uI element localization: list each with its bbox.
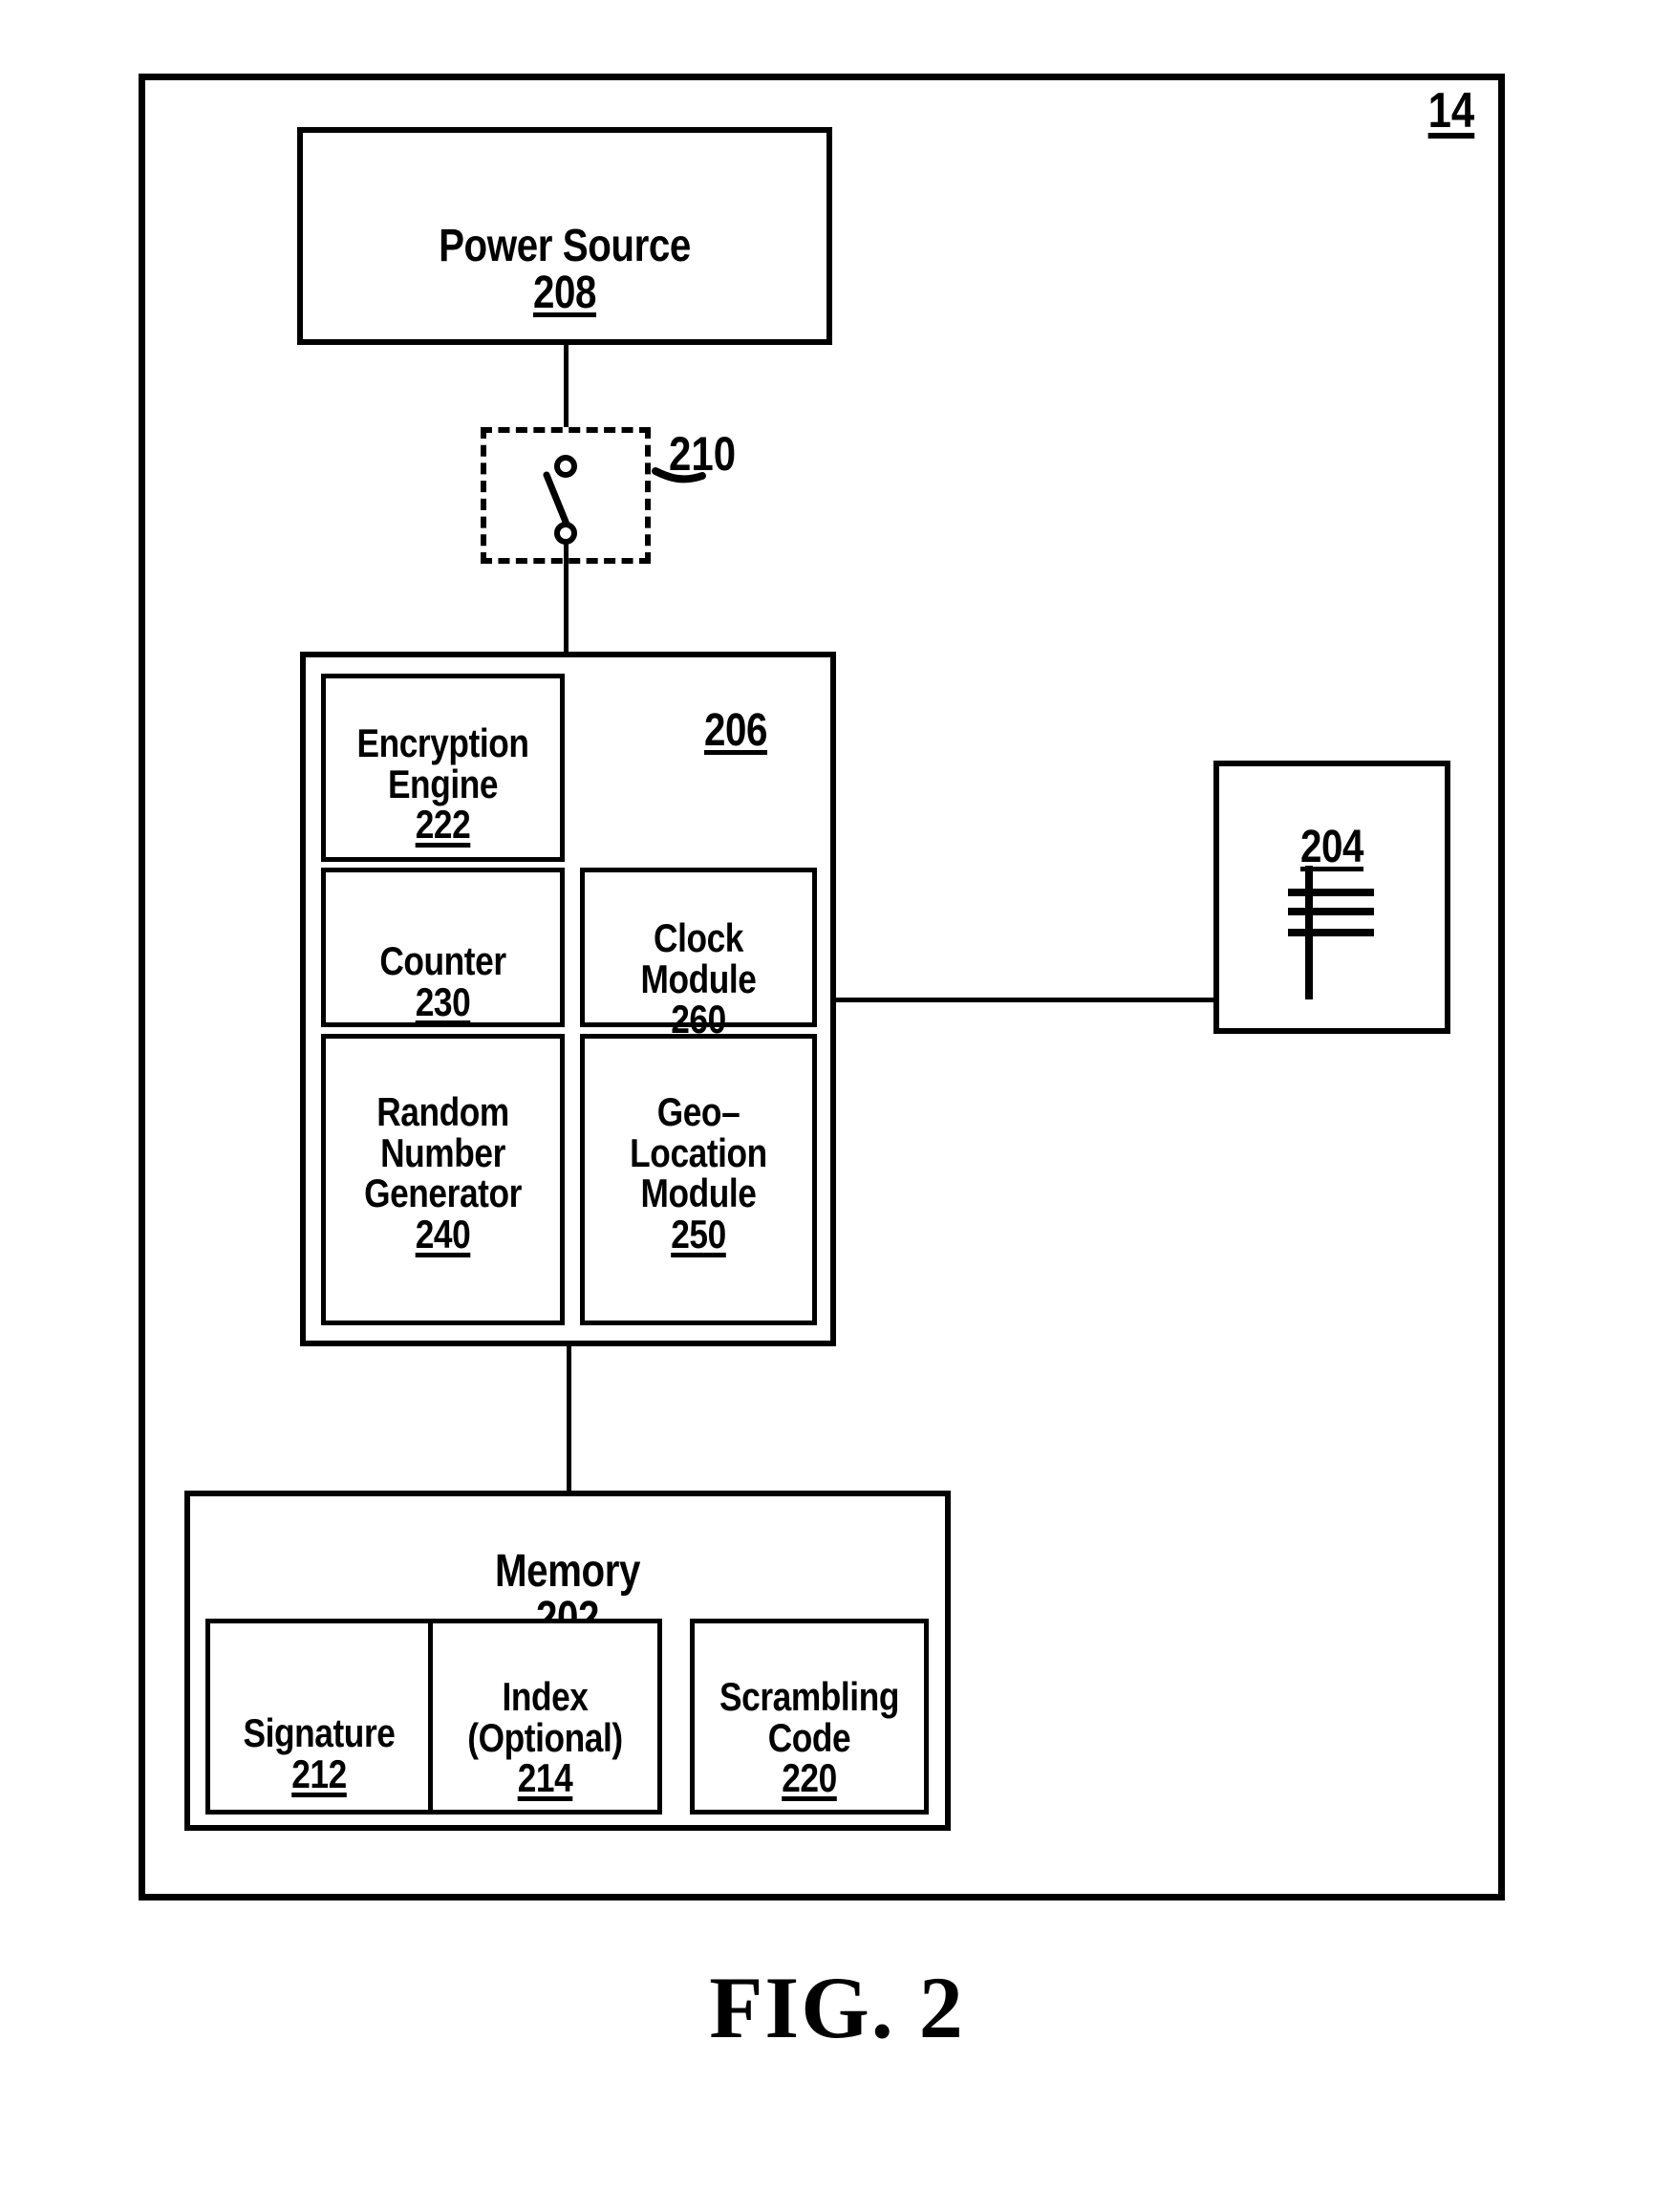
power-source-label: Power Source 208 <box>340 177 789 364</box>
scrambling-code-ref: 220 <box>782 1755 837 1801</box>
geo-location-module-title: Geo– Location Module <box>630 1088 767 1216</box>
figure-caption: FIG. 2 <box>709 1959 965 2056</box>
memory-title: Memory <box>494 1545 641 1597</box>
signature-title: Signature <box>243 1709 396 1755</box>
index-label: Index (Optional) 214 <box>447 1636 644 1840</box>
power-source-title: Power Source <box>439 220 691 271</box>
geo-location-module-ref: 250 <box>671 1212 726 1257</box>
connector-processor-to-memory <box>567 1346 571 1493</box>
clock-module-title: Clock Module <box>640 914 757 1001</box>
encryption-engine-ref: 222 <box>415 802 471 848</box>
index-ref: 214 <box>517 1755 573 1801</box>
encryption-engine-label: Encryption Engine 222 <box>340 682 545 887</box>
random-number-generator-title: Random Number Generator <box>364 1088 522 1216</box>
transceiver-ref: 204 <box>1299 821 1364 872</box>
scrambling-code-title: Scrambling Code <box>719 1673 899 1760</box>
processor-ref-label: 206 <box>672 661 800 802</box>
random-number-generator-ref: 240 <box>415 1212 471 1257</box>
signature-ref: 212 <box>291 1750 347 1796</box>
reference-numeral-14: 14 <box>1427 83 1475 139</box>
counter-ref: 230 <box>415 978 471 1024</box>
scrambling-code-label: Scrambling Code 220 <box>709 1636 910 1840</box>
transceiver-ref-label: 204 <box>1233 778 1431 918</box>
index-title: Index (Optional) <box>467 1673 623 1760</box>
random-number-generator-label: Random Number Generator 240 <box>340 1051 545 1297</box>
connector-switch-to-processor <box>564 532 569 652</box>
processor-ref: 206 <box>703 704 768 756</box>
counter-title: Counter <box>379 937 506 983</box>
geo-location-module-label: Geo– Location Module 250 <box>599 1051 798 1297</box>
patent-figure: 14 Power Source 208 210 206 Encryption E… <box>0 0 1674 2212</box>
encryption-engine-title: Encryption Engine <box>356 719 529 806</box>
signature-label: Signature 212 <box>224 1672 415 1836</box>
connector-power-to-switch <box>564 345 569 427</box>
power-source-ref: 208 <box>532 267 597 318</box>
reference-numeral-210: 210 <box>669 427 737 481</box>
